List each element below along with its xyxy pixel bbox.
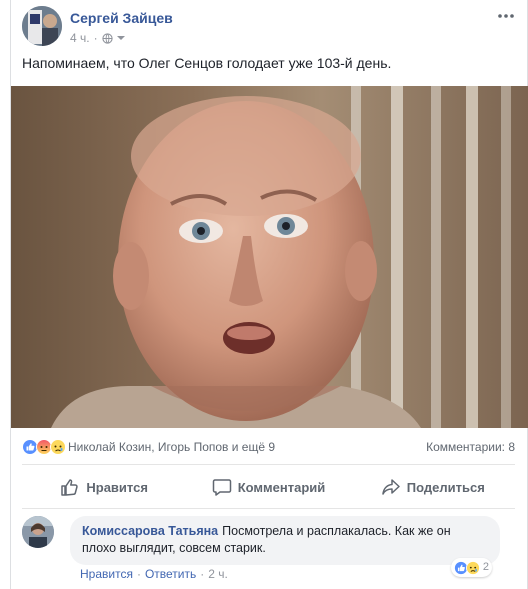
comment-bubble: Комиссарова Татьяна Посмотрела и расплака… [70,516,500,577]
like-label: Нравится [86,479,148,495]
reaction-names[interactable]: Николай Козин, Игорь Попов и ещё 9 [68,440,426,454]
comment-icon [212,479,231,496]
comment-actions: Нравится · Ответить · 2 ч. [80,567,228,581]
post-time[interactable]: 4 ч. [70,31,90,45]
separator: · [136,567,141,581]
comment-button[interactable]: Комментарий [186,470,350,504]
separator: · [200,567,205,581]
chevron-down-icon[interactable] [116,34,125,42]
sad-icon [465,560,480,575]
comment-label: Комментарий [237,479,326,495]
commenter-name[interactable]: Комиссарова Татьяна [82,524,218,538]
comment-reaction-count: 2 [482,561,489,573]
commenter-avatar[interactable] [22,516,54,548]
share-label: Поделиться [406,479,485,495]
meta-dot: · [93,31,98,45]
more-options-icon[interactable] [497,8,515,24]
divider [22,508,515,509]
divider [22,464,515,465]
thumbs-up-icon [61,479,79,496]
reaction-icons[interactable] [22,439,66,455]
sad-icon [50,439,66,455]
comments-count[interactable]: Комментарии: 8 [426,440,515,454]
comment-like-link[interactable]: Нравится [80,567,133,581]
post-header: Сергей Зайцев 4 ч. · [22,4,527,48]
like-button[interactable]: Нравится [22,470,186,504]
post-actions: Нравится Комментарий Поделиться [22,470,515,504]
post-text: Напоминаем, что Олег Сенцов голодает уже… [22,55,392,71]
post-card: Сергей Зайцев 4 ч. · Напоминаем, что Оле… [10,0,528,589]
globe-icon[interactable] [101,32,113,44]
author-avatar[interactable] [22,6,62,46]
share-button[interactable]: Поделиться [351,470,515,504]
post-photo[interactable] [11,86,528,428]
comment-reactions[interactable]: 2 [450,558,492,577]
reactions-bar: Николай Козин, Игорь Попов и ещё 9 Комме… [22,438,515,456]
post-meta: 4 ч. · [70,31,125,45]
share-icon [382,479,400,495]
comment-reply-link[interactable]: Ответить [145,567,196,581]
post-author-name[interactable]: Сергей Зайцев [70,10,173,26]
comment-time[interactable]: 2 ч. [208,567,228,581]
